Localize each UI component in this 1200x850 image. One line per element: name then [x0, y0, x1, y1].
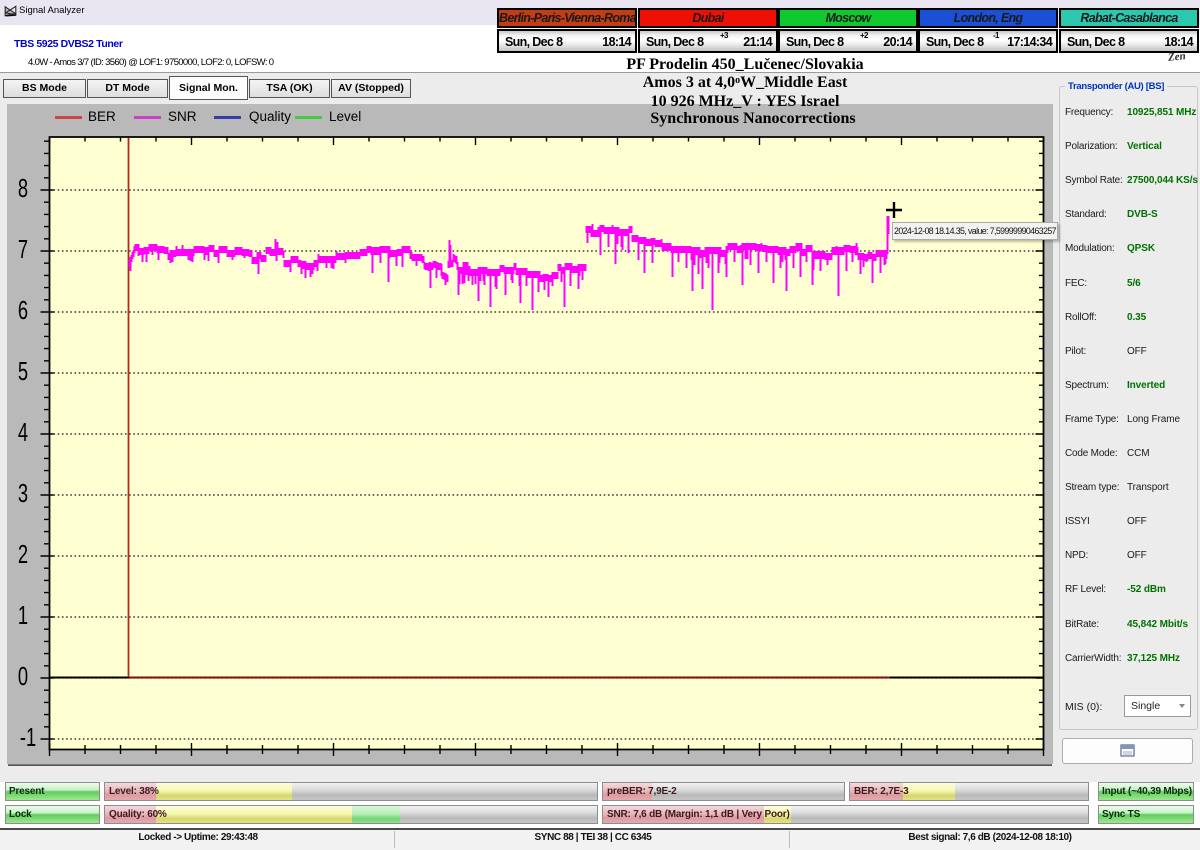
svg-text:8: 8 [18, 174, 28, 203]
svg-text:7: 7 [18, 235, 28, 264]
svg-text:1: 1 [18, 601, 28, 630]
svg-text:6: 6 [18, 296, 28, 325]
svg-text:2: 2 [18, 540, 28, 569]
svg-text:4: 4 [18, 418, 28, 447]
svg-text:0: 0 [18, 662, 28, 691]
svg-text:-1: -1 [20, 723, 36, 752]
svg-text:3: 3 [18, 479, 28, 508]
svg-text:5: 5 [18, 357, 28, 386]
